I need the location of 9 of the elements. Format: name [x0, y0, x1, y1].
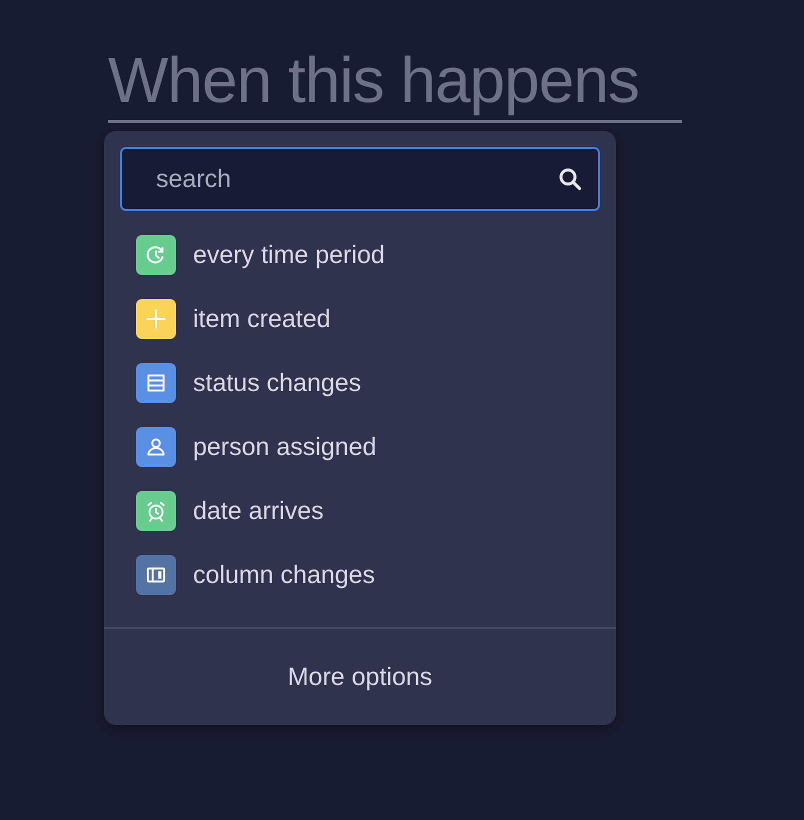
- option-item[interactable]: person assigned: [104, 415, 616, 479]
- option-item[interactable]: every time period: [104, 223, 616, 287]
- option-item[interactable]: item created: [104, 287, 616, 351]
- option-item[interactable]: date arrives: [104, 479, 616, 543]
- search-icon[interactable]: [558, 167, 582, 191]
- option-item[interactable]: column changes: [104, 543, 616, 607]
- option-item[interactable]: status changes: [104, 351, 616, 415]
- search-field[interactable]: search: [120, 147, 600, 211]
- more-options-button[interactable]: More options: [104, 629, 616, 725]
